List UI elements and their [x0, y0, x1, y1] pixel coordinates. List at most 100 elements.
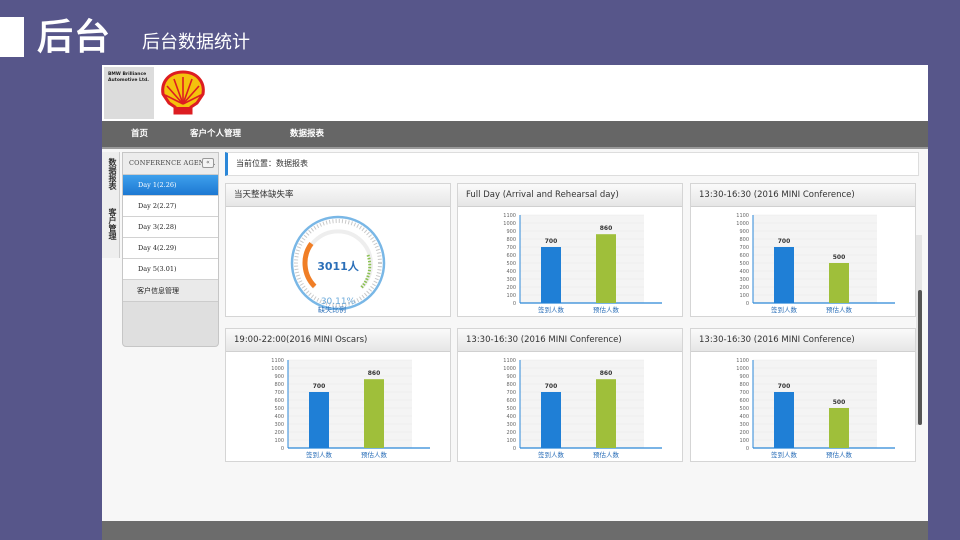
chart-title: Full Day (Arrival and Rehearsal day) [458, 184, 682, 207]
y-tick-label: 500 [739, 261, 749, 267]
slide-subtitle: 后台数据统计 [142, 32, 250, 53]
y-tick-label: 700 [274, 390, 284, 396]
sidebar-item-customer-info[interactable]: 客户信息管理 [123, 280, 218, 302]
bar [774, 247, 794, 303]
y-tick-label: 0 [746, 301, 749, 307]
nav-divider [102, 147, 928, 149]
bar-chart: 0 100 200 300 400 500 600 700 800 900 1000 1100 700 签… [503, 213, 662, 314]
y-tick-label: 1100 [503, 358, 516, 364]
y-tick-label: 700 [506, 245, 516, 251]
y-tick-label: 900 [506, 374, 516, 380]
y-tick-label: 200 [274, 430, 284, 436]
y-tick-label: 700 [739, 390, 749, 396]
sidebar-item-day-3[interactable]: Day 3(2.28) [123, 217, 218, 238]
y-tick-label: 100 [739, 438, 749, 444]
vtab-customer-management[interactable]: 客户管理 [104, 208, 118, 240]
y-tick-label: 1100 [503, 213, 516, 219]
category-label: 签到人数 [538, 305, 565, 314]
sidebar-item-day-2[interactable]: Day 2(2.27) [123, 196, 218, 217]
nav-customer-management[interactable]: 客户个人管理 [190, 121, 241, 147]
bar-chart: 0 100 200 300 400 500 600 700 800 900 1000 1100 700 签… [271, 358, 430, 459]
y-tick-label: 500 [274, 406, 284, 412]
bar [541, 392, 561, 448]
category-label: 预估人数 [826, 305, 853, 314]
y-tick-label: 600 [506, 253, 516, 259]
bar [596, 234, 616, 303]
chart-panel-3: 19:00-22:00(2016 MINI Oscars) 0 100 200 300… [225, 328, 451, 462]
chart-title: 13:30-16:30 (2016 MINI Conference) [691, 184, 915, 207]
plot-area [520, 215, 644, 303]
sidebar-item-day-4[interactable]: Day 4(2.29) [123, 238, 218, 259]
nav-data-report[interactable]: 数据报表 [290, 121, 324, 147]
y-tick-label: 700 [506, 390, 516, 396]
scrollbar-thumb[interactable] [918, 290, 922, 425]
data-label: 860 [600, 370, 613, 377]
sidebar-item-day-5[interactable]: Day 5(3.01) [123, 259, 218, 280]
category-label: 预估人数 [361, 450, 388, 459]
footer-bar [102, 521, 928, 540]
data-label: 700 [313, 383, 326, 390]
vertical-tabs: 数据报表 客户管理 [102, 152, 120, 258]
chart-panel-1: Full Day (Arrival and Rehearsal day) 0 10… [457, 183, 683, 317]
y-tick-label: 600 [739, 253, 749, 259]
category-label: 预估人数 [826, 450, 853, 459]
y-tick-label: 1100 [736, 213, 749, 219]
category-label: 签到人数 [771, 305, 798, 314]
data-label: 500 [833, 399, 846, 406]
y-tick-label: 900 [739, 229, 749, 235]
collapse-icon[interactable]: « [202, 158, 214, 168]
y-tick-label: 800 [506, 382, 516, 388]
bar [541, 247, 561, 303]
y-tick-label: 600 [506, 398, 516, 404]
vtab-data-report[interactable]: 数据报表 [104, 158, 118, 190]
category-label: 预估人数 [593, 450, 620, 459]
category-label: 预估人数 [593, 305, 620, 314]
chart-title: 19:00-22:00(2016 MINI Oscars) [226, 329, 450, 352]
plot-area [520, 360, 644, 448]
chart-panel-5: 13:30-16:30 (2016 MINI Conference) 0 100 2… [690, 328, 916, 462]
y-tick-label: 900 [274, 374, 284, 380]
data-label: 700 [778, 383, 791, 390]
gauge-count: 3011人 [317, 259, 360, 273]
y-tick-label: 100 [274, 438, 284, 444]
y-tick-label: 1100 [271, 358, 284, 364]
bar-chart: 0 100 200 300 400 500 600 700 800 900 1000 1100 700 签… [736, 213, 895, 314]
y-tick-label: 800 [739, 382, 749, 388]
chart-title: 13:30-16:30 (2016 MINI Conference) [691, 329, 915, 352]
bar-chart: 0 100 200 300 400 500 600 700 800 900 1000 1100 700 签… [736, 358, 895, 459]
y-tick-label: 300 [274, 422, 284, 428]
y-tick-label: 400 [274, 414, 284, 420]
y-tick-label: 400 [739, 414, 749, 420]
y-tick-label: 100 [739, 293, 749, 299]
y-tick-label: 700 [739, 245, 749, 251]
y-tick-label: 1100 [736, 358, 749, 364]
y-tick-label: 200 [739, 430, 749, 436]
y-tick-label: 0 [513, 446, 516, 452]
y-tick-label: 100 [506, 293, 516, 299]
gauge-panel: 当天整体缺失率 3011人 30.11% [225, 183, 451, 317]
y-tick-label: 600 [739, 398, 749, 404]
plot-area [753, 360, 877, 448]
bar [596, 379, 616, 448]
header-bar: BMW Brilliance Automotive Ltd. [102, 65, 928, 121]
category-label: 签到人数 [771, 450, 798, 459]
plot-area [753, 215, 877, 303]
y-tick-label: 0 [513, 301, 516, 307]
data-label: 700 [545, 383, 558, 390]
y-tick-label: 400 [739, 269, 749, 275]
y-tick-label: 1000 [736, 366, 749, 372]
y-tick-label: 300 [739, 422, 749, 428]
chart-panel-4: 13:30-16:30 (2016 MINI Conference) 0 100 2… [457, 328, 683, 462]
y-tick-label: 800 [739, 237, 749, 243]
data-label: 500 [833, 254, 846, 261]
bar [364, 379, 384, 448]
y-tick-label: 1000 [271, 366, 284, 372]
y-tick-label: 300 [506, 422, 516, 428]
sidebar-item-day-1[interactable]: Day 1(2.26) [123, 175, 218, 196]
title-marker [0, 17, 24, 57]
sidebar-heading: CONFERENCE AGENDA « [123, 153, 218, 175]
data-label: 700 [778, 238, 791, 245]
y-tick-label: 200 [506, 430, 516, 436]
nav-home[interactable]: 首页 [131, 121, 148, 147]
y-tick-label: 500 [739, 406, 749, 412]
